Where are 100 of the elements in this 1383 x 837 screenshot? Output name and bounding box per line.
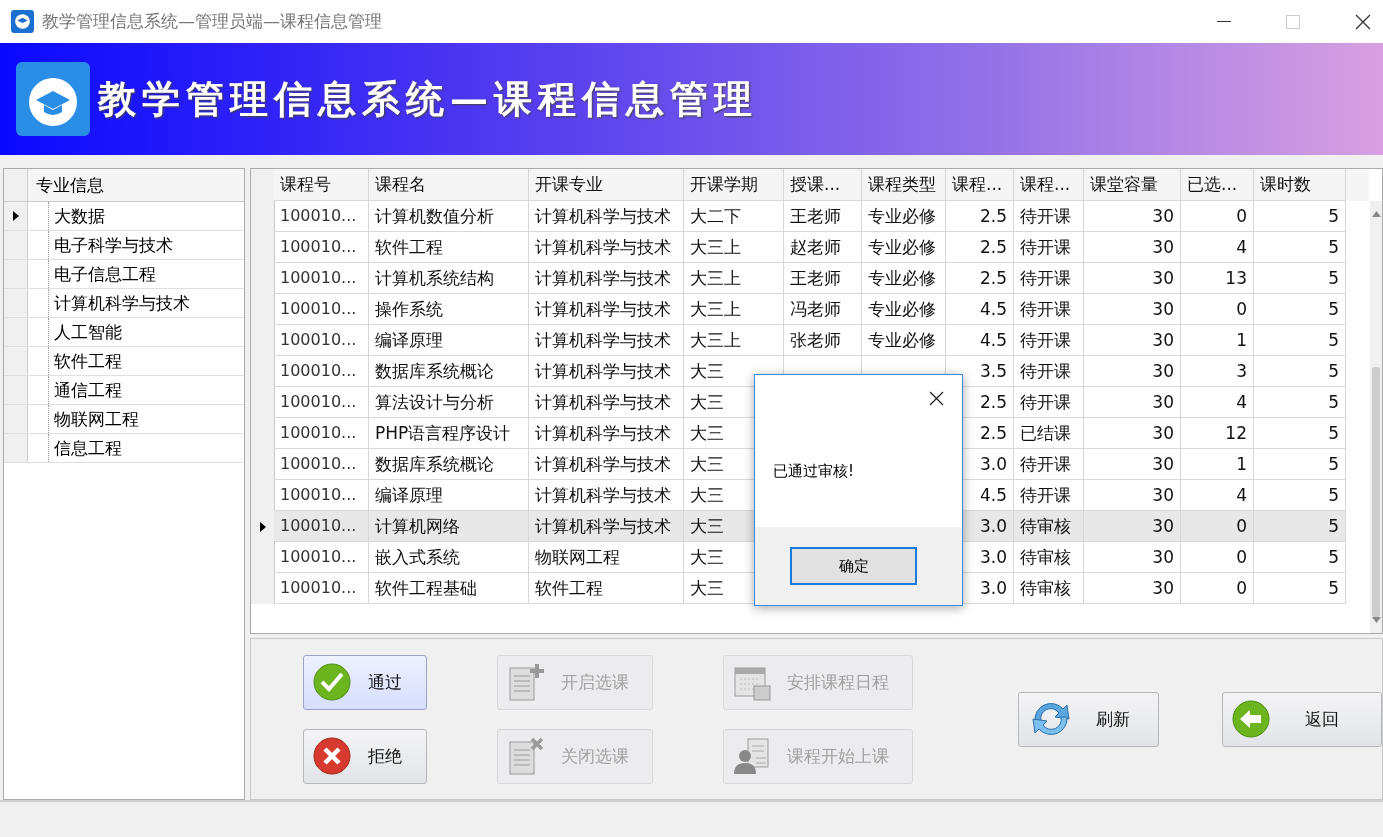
table-cell: 5 (1254, 201, 1346, 232)
scroll-thumb[interactable] (1372, 367, 1380, 617)
table-cell: 专业必修 (862, 294, 946, 325)
table-cell: 100010... (274, 294, 369, 325)
table-cell: 100010... (274, 573, 369, 604)
table-cell: 4.5 (946, 325, 1014, 356)
action-button[interactable]: 刷新 (1018, 691, 1159, 747)
action-button[interactable]: 拒绝 (303, 728, 427, 784)
current-row-icon (259, 521, 266, 532)
table-cell: 张老师 (784, 325, 862, 356)
table-cell: 0 (1181, 511, 1254, 542)
major-item[interactable]: 电子科学与技术 (49, 231, 173, 259)
table-cell: 待开课 (1014, 201, 1084, 232)
table-cell: 5 (1254, 418, 1346, 449)
column-header[interactable]: 课堂容量 (1084, 169, 1181, 201)
document-plus-icon (506, 662, 546, 702)
table-cell: 30 (1084, 573, 1181, 604)
table-cell: 数据库系统概论 (369, 449, 529, 480)
major-item[interactable]: 人工智能 (49, 318, 122, 346)
scrollbar[interactable] (1370, 201, 1382, 633)
table-cell: 100010... (274, 325, 369, 356)
table-cell: 5 (1254, 387, 1346, 418)
major-item[interactable]: 信息工程 (49, 434, 122, 462)
major-item[interactable]: 大数据 (49, 202, 105, 230)
table-cell: 专业必修 (862, 232, 946, 263)
table-cell: 5 (1254, 325, 1346, 356)
table-cell: 5 (1254, 232, 1346, 263)
column-header[interactable]: 课程... (1014, 169, 1084, 201)
table-cell: 4.5 (946, 294, 1014, 325)
table-cell: 13 (1181, 263, 1254, 294)
table-cell: 30 (1084, 511, 1181, 542)
table-cell: 大三上 (684, 232, 784, 263)
table-cell: 计算机科学与技术 (529, 325, 684, 356)
table-cell: 计算机系统结构 (369, 263, 529, 294)
table-cell: 5 (1254, 356, 1346, 387)
table-cell: 数据库系统概论 (369, 356, 529, 387)
table-cell: 2.5 (946, 263, 1014, 294)
table-cell: 待开课 (1014, 294, 1084, 325)
close-icon[interactable] (929, 391, 944, 406)
major-item[interactable]: 物联网工程 (49, 405, 139, 433)
column-header[interactable]: 已选... (1181, 169, 1254, 201)
table-cell: 30 (1084, 263, 1181, 294)
column-header[interactable]: 课程名 (369, 169, 529, 201)
person-document-icon (732, 736, 772, 776)
table-cell: 计算机科学与技术 (529, 232, 684, 263)
action-button[interactable]: 返回 (1222, 691, 1382, 747)
table-cell: 操作系统 (369, 294, 529, 325)
table-cell: 专业必修 (862, 325, 946, 356)
table-cell: 5 (1254, 511, 1346, 542)
table-cell: 100010... (274, 542, 369, 573)
column-header[interactable]: 课时数 (1254, 169, 1346, 201)
table-cell: 物联网工程 (529, 542, 684, 573)
table-cell: 大二下 (684, 201, 784, 232)
current-row-icon (12, 211, 19, 221)
table-cell: 大三上 (684, 263, 784, 294)
checkmark-icon (312, 662, 352, 702)
maximize-icon[interactable] (1286, 14, 1300, 29)
row-header[interactable] (4, 202, 28, 230)
major-item[interactable]: 计算机科学与技术 (49, 289, 190, 317)
table-cell: 4 (1181, 232, 1254, 263)
minimize-icon[interactable] (1217, 20, 1231, 23)
table-cell: 计算机科学与技术 (529, 418, 684, 449)
table-cell: 算法设计与分析 (369, 387, 529, 418)
table-cell: 2.5 (946, 201, 1014, 232)
action-button[interactable]: 通过 (303, 654, 427, 710)
table-cell: 1 (1181, 325, 1254, 356)
ok-button[interactable]: 确定 (790, 547, 917, 585)
table-cell: 冯老师 (784, 294, 862, 325)
table-cell: 30 (1084, 294, 1181, 325)
close-icon[interactable] (1355, 13, 1371, 30)
table-cell: 王老师 (784, 263, 862, 294)
table-cell: 计算机数值分析 (369, 201, 529, 232)
table-cell: 30 (1084, 356, 1181, 387)
major-item[interactable]: 电子信息工程 (49, 260, 156, 288)
table-cell: PHP语言程序设计 (369, 418, 529, 449)
table-cell: 待开课 (1014, 449, 1084, 480)
table-cell: 计算机科学与技术 (529, 449, 684, 480)
table-cell: 30 (1084, 542, 1181, 573)
major-item[interactable]: 软件工程 (49, 347, 122, 375)
table-cell: 0 (1181, 294, 1254, 325)
table-cell: 软件工程 (369, 232, 529, 263)
app-icon (11, 10, 34, 33)
scroll-up-icon[interactable] (1371, 211, 1381, 217)
table-cell: 30 (1084, 325, 1181, 356)
column-header[interactable]: 课程... (946, 169, 1014, 201)
major-item[interactable]: 通信工程 (49, 376, 122, 404)
table-cell: 100010... (274, 201, 369, 232)
row-header (251, 169, 275, 201)
column-header[interactable]: 课程类型 (862, 169, 946, 201)
column-header[interactable]: 开课专业 (529, 169, 684, 201)
table-cell: 30 (1084, 387, 1181, 418)
table-cell: 待审核 (1014, 511, 1084, 542)
column-header[interactable]: 课程号 (274, 169, 369, 201)
table-cell: 赵老师 (784, 232, 862, 263)
column-header[interactable]: 开课学期 (684, 169, 784, 201)
table-cell: 5 (1254, 573, 1346, 604)
column-header[interactable]: 授课... (784, 169, 862, 201)
cross-icon (312, 736, 352, 776)
table-cell: 5 (1254, 263, 1346, 294)
table-cell: 待开课 (1014, 232, 1084, 263)
